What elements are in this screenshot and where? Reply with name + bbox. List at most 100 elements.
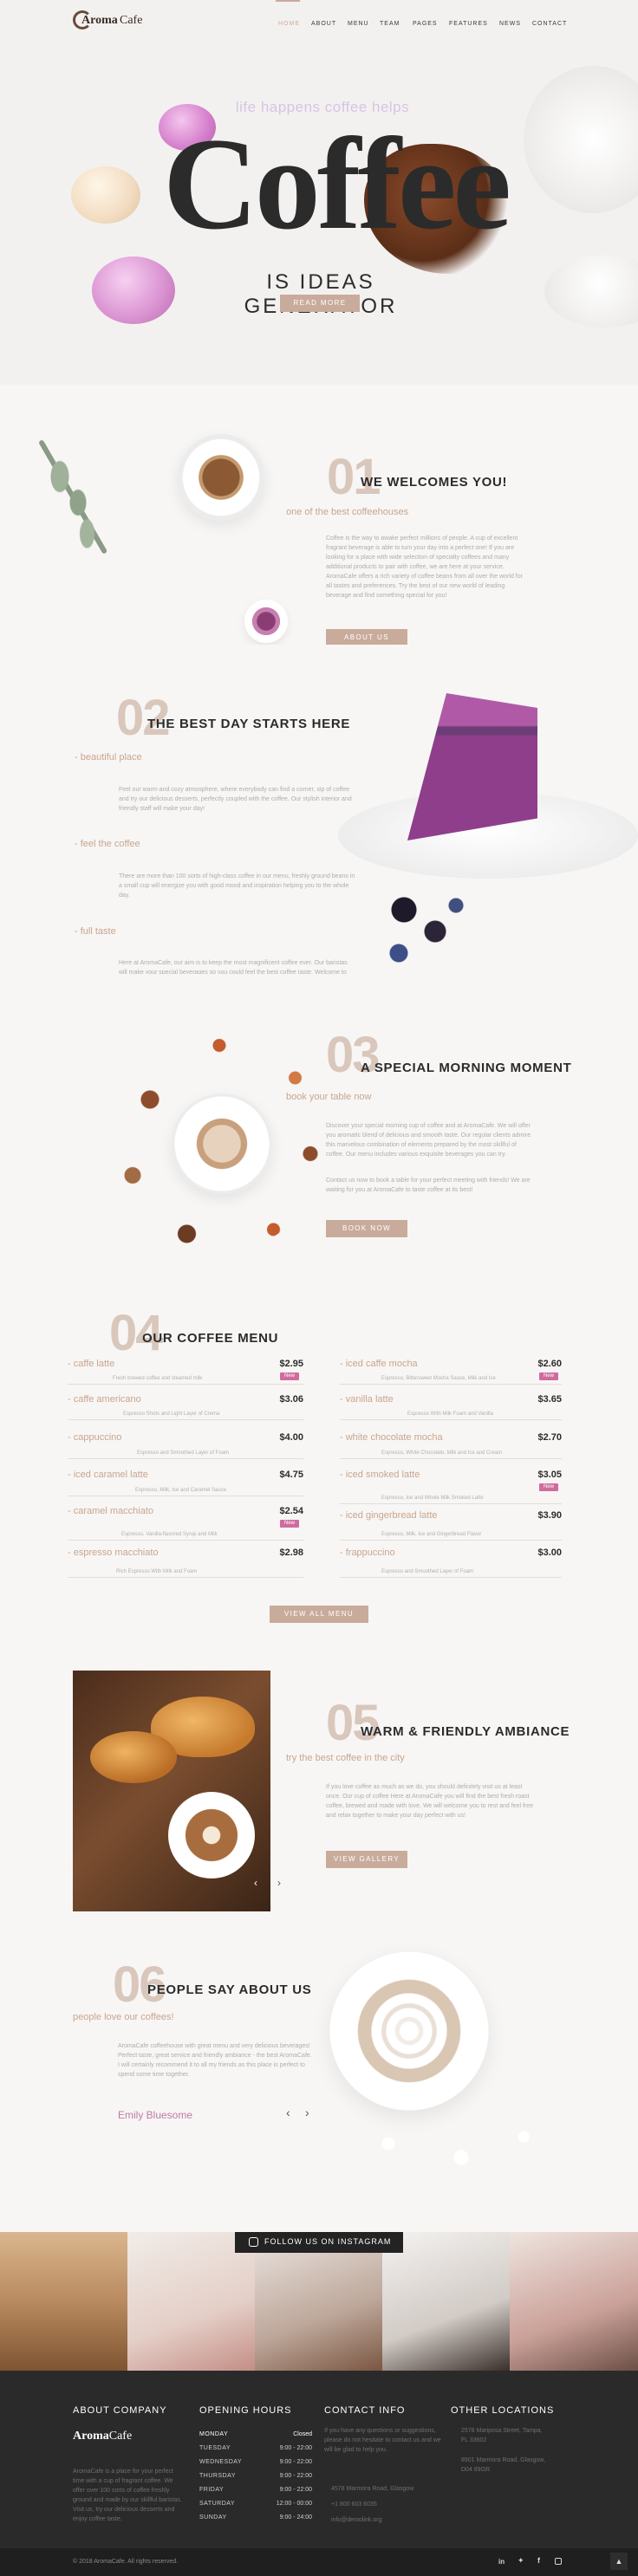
facebook-icon[interactable]: f [537, 2556, 540, 2565]
linkedin-icon[interactable]: in [498, 2558, 505, 2566]
scroll-to-top-button[interactable]: ▲ [610, 2553, 628, 2570]
footer-location[interactable]: 8901 Marmora Road, Glasgow, D04 89GR [461, 2456, 548, 2475]
hours-time: 9:00 - 22:00 [279, 2487, 312, 2493]
instagram-photo-2[interactable] [127, 2232, 255, 2371]
menu-item-desc: Fresh brewed coffee and steamed milk [113, 1376, 203, 1381]
menu-divider [68, 1419, 303, 1420]
nav-home[interactable]: Home [278, 21, 300, 27]
logo[interactable]: Aroma Cafe [73, 9, 151, 35]
morning-subtitle: book your table now [286, 1092, 372, 1102]
footer-about-heading: About Company [73, 2405, 167, 2416]
macaron-image-cream [71, 166, 140, 224]
twitter-icon[interactable]: ✦ [518, 2556, 524, 2566]
menu-item-desc: Espresso, Milk, Ice and Caramel Sauce [135, 1488, 227, 1493]
feature-label-3: - full taste [75, 926, 116, 937]
croissant-shape [90, 1731, 177, 1783]
menu-item-price: $3.00 [537, 1548, 562, 1558]
footer-contact-address[interactable]: 4578 Marmora Road, Glasgow [331, 2484, 446, 2494]
menu-divider [68, 1577, 303, 1578]
menu-item-name[interactable]: - espresso macchiato [68, 1548, 159, 1558]
footer-locations-heading: Other Locations [451, 2405, 555, 2416]
coffee-cup-top-image [178, 434, 264, 521]
morning-paragraph-1: Discover your special morning cup of cof… [326, 1123, 531, 1158]
nav-pages[interactable]: Pages [413, 21, 438, 27]
gallery-next-arrow-icon[interactable]: › [277, 1877, 281, 1889]
marshmallows-scatter-image [347, 2116, 555, 2185]
testimonial-next-arrow-icon[interactable]: › [305, 2106, 309, 2119]
section-ambiance: ‹ › 05 WARM & FRIENDLY AMBIANCE try the … [0, 1657, 638, 1917]
nav-contact[interactable]: Contact [532, 21, 567, 27]
menu-item-name[interactable]: - caffe americano [68, 1394, 141, 1405]
menu-item-name[interactable]: - frappuccino [340, 1548, 395, 1558]
menu-item-desc: Espresso and Smoothed Layer of Foam [137, 1450, 230, 1456]
section-testimonials: 06 PEOPLE SAY ABOUT US people love our c… [0, 1917, 638, 2232]
book-now-button[interactable]: Book Now [326, 1220, 407, 1237]
section-best-day: 02 THE BEST DAY STARTS HERE - beautiful … [0, 645, 638, 985]
testimonials-title: PEOPLE SAY ABOUT US [147, 1982, 312, 1997]
instagram-photo-3[interactable] [255, 2232, 382, 2371]
menu-item-name[interactable]: - iced caramel latte [68, 1470, 148, 1480]
instagram-photo-1[interactable] [0, 2232, 127, 2371]
footer-location[interactable]: 2578 Mariposa Street, Tampa, FL 33602 [461, 2426, 548, 2445]
menu-item-name[interactable]: - iced smoked latte [340, 1470, 420, 1480]
menu-item-price: $3.65 [537, 1394, 562, 1405]
gallery-prev-arrow-icon[interactable]: ‹ [254, 1877, 257, 1889]
menu-item-name[interactable]: - iced gingerbread latte [340, 1510, 438, 1521]
menu-item-name[interactable]: - cappuccino [68, 1432, 121, 1443]
hours-time: 9:00 - 22:00 [279, 2473, 312, 2479]
logo-text-b: Cafe [120, 14, 143, 27]
footer-logo-b: Cafe [108, 2430, 133, 2443]
instagram-follow-bar[interactable]: FOLLOW US ON INSTAGRAM [235, 2232, 403, 2253]
menu-item-price: $2.60 [537, 1359, 562, 1369]
section-number-05: 05 [326, 1695, 380, 1751]
instagram-footer-icon[interactable] [555, 2558, 562, 2565]
footer-contact-text: If you have any questions or suggestions… [324, 2428, 441, 2453]
menu-item-price: $3.06 [279, 1394, 303, 1405]
testimonial-prev-arrow-icon[interactable]: ‹ [286, 2106, 290, 2119]
testimonial-quote: AromaCafe coffeehouse with great menu an… [118, 2043, 312, 2078]
footer: About Company AromaCafe AromaCafe is a p… [0, 2371, 638, 2576]
menu-item-name[interactable]: - caffe latte [68, 1359, 114, 1369]
ambiance-title: WARM & FRIENDLY AMBIANCE [361, 1724, 570, 1739]
ambiance-paragraph: If you love coffee as much as we do, you… [326, 1784, 534, 1819]
menu-item-price: $2.70 [537, 1432, 562, 1443]
morning-title: A SPECIAL MORNING MOMENT [361, 1061, 572, 1075]
macaron-image-pink-bottom [92, 256, 175, 324]
menu-divider [340, 1577, 562, 1578]
menu-divider [340, 1419, 562, 1420]
menu-item-name[interactable]: - white chocolate mocha [340, 1432, 443, 1443]
section-welcome: 01 WE WELCOMES YOU! one of the best coff… [0, 385, 638, 646]
menu-divider [340, 1540, 562, 1541]
menu-item-name[interactable]: - caramel macchiato [68, 1506, 153, 1516]
hours-time: 9:00 - 22:00 [279, 2459, 312, 2465]
menu-item-price: $3.05 [537, 1470, 562, 1480]
view-all-menu-button[interactable]: View All Menu [270, 1606, 368, 1623]
footer-about-text: AromaCafe is a place for your perfect ti… [73, 2469, 182, 2522]
testimonials-subtitle: people love our coffees! [73, 2012, 174, 2022]
nav-active-bar [276, 0, 300, 2]
menu-item-desc: Espresso and Smoothed Layer of Foam [381, 1569, 474, 1574]
marshmallow-cup-image [329, 1951, 489, 2111]
footer-contact-heading: Contact Info [324, 2405, 406, 2416]
nav-features[interactable]: Features [449, 21, 488, 27]
footer-logo[interactable]: AromaCafe [73, 2430, 132, 2443]
menu-item-price: $2.95 [279, 1359, 303, 1369]
nav-about[interactable]: About [311, 21, 336, 27]
instagram-icon [249, 2237, 258, 2247]
nav-menu[interactable]: Menu [348, 21, 369, 27]
nav-news[interactable]: News [499, 21, 521, 27]
hero-read-more-button[interactable]: Read More [280, 295, 360, 312]
view-gallery-button[interactable]: View Gallery [326, 1851, 407, 1868]
croissant-gallery-image [73, 1671, 270, 1911]
instagram-photo-4[interactable] [382, 2232, 510, 2371]
feature-text-1: Feel our warm and cozy atmosphere, where… [119, 787, 352, 812]
menu-item-name[interactable]: - vanilla latte [340, 1394, 394, 1405]
footer-contact-email[interactable]: info@demolink.org [331, 2515, 446, 2525]
menu-item-name[interactable]: - iced caffe mocha [340, 1359, 418, 1369]
nav-team[interactable]: Team [380, 21, 400, 27]
section-morning: 03 A SPECIAL MORNING MOMENT book your ta… [0, 974, 638, 1296]
about-us-button[interactable]: About Us [326, 629, 407, 646]
instagram-photo-5[interactable] [510, 2232, 638, 2371]
footer-contact-phone[interactable]: +1 800 603 6035 [331, 2500, 446, 2509]
menu-item-desc: Espresso With Milk Foam and Vanilla [407, 1411, 493, 1417]
